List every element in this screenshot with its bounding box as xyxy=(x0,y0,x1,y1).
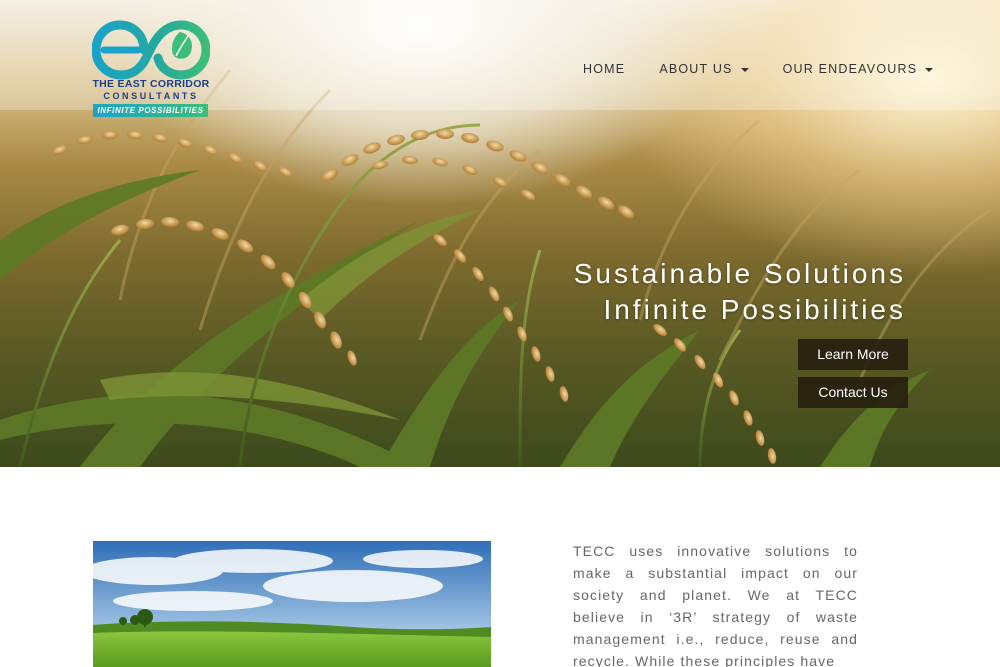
nav-about-us-label: ABOUT US xyxy=(659,62,733,76)
nav-about-us[interactable]: ABOUT US xyxy=(659,62,749,76)
caret-down-icon xyxy=(740,67,749,72)
nav-our-endeavours-label: OUR ENDEAVOURS xyxy=(782,62,918,76)
nav-home[interactable]: HOME xyxy=(583,62,625,76)
logo-mark-icon xyxy=(92,20,210,80)
brand-subtitle: CONSULTANTS xyxy=(103,91,199,101)
learn-more-button[interactable]: Learn More xyxy=(798,339,908,370)
nav-home-label: HOME xyxy=(583,62,626,76)
brand-name: THE EAST CORRIDOR xyxy=(92,78,210,90)
site-logo[interactable]: THE EAST CORRIDOR CONSULTANTS INFINITE P… xyxy=(92,20,212,120)
hero-banner: THE EAST CORRIDOR CONSULTANTS INFINITE P… xyxy=(0,0,1000,467)
brand-tagline: INFINITE POSSIBILITIES xyxy=(93,104,208,117)
caret-down-icon xyxy=(925,67,934,72)
main-navigation: HOME ABOUT US OUR ENDEAVOURS xyxy=(583,62,934,76)
hero-headline: Sustainable Solutions Infinite Possibili… xyxy=(574,256,906,328)
landscape-illustration xyxy=(93,541,491,667)
hero-headline-line-2: Infinite Possibilities xyxy=(603,294,906,325)
intro-paragraph: TECC uses innovative solutions to make a… xyxy=(573,543,858,667)
hero-headline-line-1: Sustainable Solutions xyxy=(573,258,906,289)
nav-our-endeavours[interactable]: OUR ENDEAVOURS xyxy=(783,62,934,76)
contact-us-button[interactable]: Contact Us xyxy=(798,377,908,408)
green-field-image xyxy=(93,541,491,667)
